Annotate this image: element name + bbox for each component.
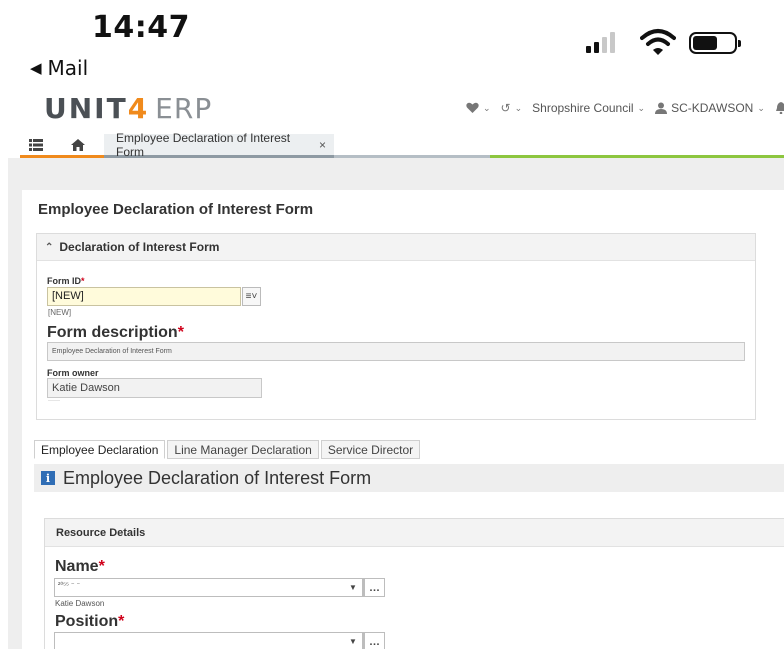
form-description-label: Form description* <box>47 324 184 341</box>
header-toolbar: ⌄ ↺ ⌄ Shropshire Council ⌄ SC-KDAWSON ⌄ <box>466 101 784 115</box>
cellular-signal-icon <box>586 32 615 53</box>
name-label: Name* <box>55 558 105 575</box>
user-icon <box>655 102 668 114</box>
tab-employee-declaration-sub[interactable]: Employee Declaration <box>34 440 166 459</box>
name-dropdown-arrow[interactable]: ▼ <box>344 578 363 597</box>
chevron-down-icon: ⌄ <box>637 102 646 113</box>
section-header: i Employee Declaration of Interest Form <box>34 464 784 492</box>
collapse-icon: ⌃ <box>45 241 54 253</box>
name-ellipsis-button[interactable]: … <box>364 578 385 597</box>
position-dropdown-arrow[interactable]: ▼ <box>344 632 363 649</box>
user-menu[interactable]: SC-KDAWSON ⌄ <box>655 101 765 115</box>
company-name: Shropshire Council <box>532 101 634 115</box>
page-title: Employee Declaration of Interest Form <box>38 201 314 218</box>
wifi-icon <box>640 29 676 55</box>
form-owner-field[interactable]: Katie Dawson <box>47 378 262 398</box>
tab-strip: Employee Declaration of Interest Form × <box>20 130 784 159</box>
form-id-description: [NEW] <box>48 308 72 317</box>
company-selector[interactable]: Shropshire Council ⌄ <box>532 101 645 115</box>
resource-details-header[interactable]: Resource Details <box>45 519 784 547</box>
form-description-field[interactable]: Employee Declaration of Interest Form <box>47 342 745 361</box>
tab-label: Employee Declaration of Interest Form <box>116 130 291 159</box>
list-icon <box>29 138 43 151</box>
bell-icon[interactable] <box>775 102 784 114</box>
favourites-menu[interactable]: ⌄ <box>466 102 491 114</box>
name-combo-input[interactable]: ²⁰⁵⁵ ⁻ ⁻ <box>54 578 364 597</box>
back-to-mail-link[interactable]: ◀ Mail <box>30 56 88 80</box>
back-label: Mail <box>47 56 89 80</box>
history-icon: ↺ <box>500 101 511 115</box>
status-time: 14:47 <box>92 10 190 45</box>
panel-title: Declaration of Interest Form <box>59 240 220 254</box>
chevron-down-icon: ⌄ <box>483 102 491 113</box>
info-icon: i <box>41 471 55 485</box>
form-owner-sub: ······ <box>48 398 60 403</box>
home-tab[interactable] <box>52 134 104 158</box>
heart-icon <box>466 102 479 113</box>
chevron-down-icon: ⌄ <box>757 102 765 113</box>
list-dropdown-icon: ≡˅ <box>245 291 258 302</box>
close-tab-icon[interactable]: × <box>319 138 326 152</box>
tab-employee-declaration[interactable]: Employee Declaration of Interest Form × <box>104 130 334 159</box>
menu-list-button[interactable] <box>20 134 52 158</box>
position-ellipsis-button[interactable]: … <box>364 632 385 649</box>
unit4-erp-logo[interactable]: UNIT4 ERP <box>44 92 212 125</box>
user-name: SC-KDAWSON <box>671 101 754 115</box>
declaration-subtabs: Employee Declaration Line Manager Declar… <box>34 440 421 459</box>
chevron-down-icon: ⌄ <box>514 102 523 113</box>
position-label: Position* <box>55 613 125 630</box>
tab-strip-filler <box>334 134 784 158</box>
form-id-input[interactable]: [NEW] <box>47 287 241 306</box>
declaration-panel-header[interactable]: ⌃ Declaration of Interest Form <box>37 234 755 261</box>
form-id-lookup-button[interactable]: ≡˅ <box>242 287 261 306</box>
form-owner-label: Form owner <box>47 368 99 378</box>
name-description: Katie Dawson <box>55 599 105 608</box>
form-id-label: Form ID* <box>47 276 85 286</box>
name-partial-value: ²⁰⁵⁵ ⁻ ⁻ <box>58 582 81 589</box>
tab-line-manager-declaration[interactable]: Line Manager Declaration <box>167 440 319 459</box>
section-title: Employee Declaration of Interest Form <box>63 467 372 488</box>
position-combo-input[interactable] <box>54 632 364 649</box>
battery-icon <box>689 32 741 54</box>
back-triangle-icon: ◀ <box>30 59 42 77</box>
tab-service-director[interactable]: Service Director <box>320 440 421 459</box>
history-menu[interactable]: ↺ ⌄ <box>501 101 523 115</box>
home-icon <box>71 138 85 151</box>
